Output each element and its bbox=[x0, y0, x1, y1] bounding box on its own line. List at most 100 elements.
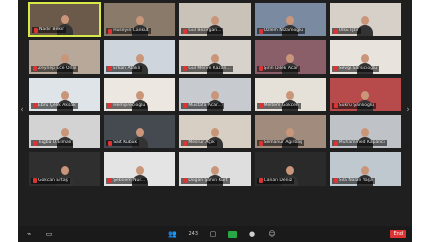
participant-name-label: Muhammed Kapanci bbox=[331, 140, 387, 147]
participant-name: Zeynep Ece Önal bbox=[38, 65, 77, 71]
participant-tile[interactable]: Sıla Nalan Yaşa bbox=[328, 151, 402, 187]
participant-name-label: Gül Merve Kazan... bbox=[181, 65, 233, 72]
participant-name: Nadir Bekir bbox=[39, 27, 65, 33]
muted-mic-icon bbox=[33, 66, 37, 72]
participant-name-label: Canan Deniz bbox=[256, 177, 295, 184]
muted-mic-icon bbox=[108, 28, 113, 34]
muted-mic-icon bbox=[183, 178, 188, 184]
muted-mic-icon bbox=[183, 140, 188, 146]
participant-tile[interactable]: Nadir Bekir bbox=[28, 2, 102, 38]
participant-name: Meltem Gökcen bbox=[263, 102, 299, 108]
participant-name-label: Sait Kübük bbox=[106, 140, 140, 147]
participant-name: Gül Bezirgan... bbox=[188, 28, 222, 34]
muted-mic-icon bbox=[333, 178, 338, 184]
participant-name-label: Ebru Çelik Aksak bbox=[31, 102, 78, 109]
participant-name: Şebnem Nur... bbox=[113, 177, 146, 183]
participant-tile[interactable]: Sevgi Sarsıcıoğlu bbox=[328, 39, 402, 75]
participant-tile[interactable]: Şirin Dilek Acar bbox=[253, 39, 327, 75]
participant-name: Muhammed Kapanci bbox=[338, 140, 385, 146]
muted-mic-icon bbox=[258, 140, 263, 146]
meeting-toolbar: ⌁ ▭ 👥 243 ▢ ● ☺ End bbox=[18, 226, 412, 242]
reactions-icon[interactable]: ☺ bbox=[267, 230, 277, 238]
participant-tile[interactable]: Sait Kübük bbox=[103, 113, 177, 150]
participant-tile[interactable]: Muhammed Kapanci bbox=[328, 113, 402, 150]
participant-name-label: Mesrur Açık bbox=[181, 140, 217, 147]
participant-name: Hüseyin Cankut bbox=[113, 28, 149, 34]
participant-name: Tuğba Ü.Elmalı bbox=[38, 140, 72, 146]
gallery-grid: Nadir Bekir Hüseyin Cankut Gül Bezirgan...… bbox=[28, 2, 402, 224]
mic-icon[interactable]: ⌁ bbox=[24, 230, 34, 238]
participant-tile[interactable]: Özlem Nizamoğlu bbox=[253, 2, 327, 38]
participant-name: Sevgi Sarsıcıoğlu bbox=[338, 65, 378, 71]
participant-name: Sait Kübük bbox=[113, 140, 138, 146]
muted-mic-icon bbox=[33, 140, 37, 146]
participant-name-label: Mustafa Acar... bbox=[181, 102, 224, 109]
participant-name-label: Zeynep Ece Önal bbox=[31, 65, 79, 72]
muted-mic-icon bbox=[183, 28, 188, 34]
chat-icon[interactable]: ▢ bbox=[208, 230, 218, 238]
share-screen-icon[interactable] bbox=[228, 230, 238, 238]
participant-tile[interactable]: Ülkü Iştir bbox=[328, 2, 402, 38]
participant-tile[interactable]: Hüseyin Cankut bbox=[103, 2, 177, 38]
participant-name: Mesrur Açık bbox=[188, 140, 215, 146]
participants-count: 243 bbox=[188, 231, 199, 237]
participant-name: Erkan Ataklı bbox=[113, 65, 141, 71]
participant-tile[interactable]: Hemşirecioğlu bbox=[103, 76, 177, 112]
participant-tile[interactable]: Şebnem Nur... bbox=[103, 151, 177, 187]
participant-tile[interactable]: Sukru Şanlıoğlu bbox=[328, 76, 402, 112]
participant-tile[interactable]: Ebru Çelik Aksak bbox=[28, 76, 102, 112]
muted-mic-icon bbox=[258, 178, 263, 184]
muted-mic-icon bbox=[333, 28, 338, 34]
muted-mic-icon bbox=[108, 178, 113, 184]
participant-tile[interactable]: Erkan Ataklı bbox=[103, 39, 177, 75]
participant-name-label: Şirin Dilek Acar bbox=[256, 65, 300, 72]
participant-name: Ülkü Iştir bbox=[338, 28, 359, 34]
participant-tile[interactable]: Tuğba Ü.Elmalı bbox=[28, 113, 102, 150]
participant-name-label: Sıla Nalan Yaşa bbox=[331, 177, 375, 184]
participant-name: Canan Deniz bbox=[263, 177, 293, 183]
participant-name: Şirin Dilek Acar bbox=[263, 65, 298, 71]
participant-name: Doğan Şahin Kurt bbox=[188, 177, 228, 183]
participant-name-label: Meltem Gökcen bbox=[256, 102, 301, 109]
previous-page-arrow-icon[interactable]: ‹ bbox=[18, 103, 26, 117]
participant-tile[interactable]: Gökcan Ertaş bbox=[28, 151, 102, 187]
muted-mic-icon bbox=[333, 140, 338, 146]
participant-name: Ebru Çelik Aksak bbox=[38, 102, 76, 108]
end-meeting-button[interactable]: End bbox=[390, 230, 406, 238]
participant-name-label: Özlem Nizamoğlu bbox=[256, 28, 306, 35]
participant-name-label: Ülkü Iştir bbox=[331, 28, 361, 35]
meeting-window: ‹ › Nadir Bekir Hüseyin Cankut Gül Bezirga… bbox=[18, 0, 412, 242]
participant-name-label: Nadir Bekir bbox=[32, 27, 67, 34]
participant-name-label: Sukru Şanlıoğlu bbox=[331, 102, 376, 109]
participant-name: Sukru Şanlıoğlu bbox=[338, 102, 374, 108]
muted-mic-icon bbox=[258, 28, 263, 34]
participant-tile[interactable]: Canan Deniz bbox=[253, 151, 327, 187]
muted-mic-icon bbox=[258, 66, 263, 72]
participant-tile[interactable]: Gül Bezirgan... bbox=[178, 2, 252, 38]
participant-name-label: Doğan Şahin Kurt bbox=[181, 177, 230, 184]
participant-tile[interactable]: Mesrur Açık bbox=[178, 113, 252, 150]
participant-name-label: Semanur Ağırbaş bbox=[256, 140, 305, 147]
participant-tile[interactable]: Zeynep Ece Önal bbox=[28, 39, 102, 75]
participant-name-label: Erkan Ataklı bbox=[106, 65, 143, 72]
participant-tile[interactable]: Meltem Gökcen bbox=[253, 76, 327, 112]
participant-tile[interactable]: Semanur Ağırbaş bbox=[253, 113, 327, 150]
video-icon[interactable]: ▭ bbox=[44, 230, 54, 238]
participant-tile[interactable]: Doğan Şahin Kurt bbox=[178, 151, 252, 187]
participant-name: Mustafa Acar... bbox=[188, 102, 222, 108]
next-page-arrow-icon[interactable]: › bbox=[404, 103, 412, 117]
muted-mic-icon bbox=[183, 66, 188, 72]
participant-name-label: Gül Bezirgan... bbox=[181, 28, 224, 35]
participant-name-label: Hüseyin Cankut bbox=[106, 28, 151, 35]
participant-tile[interactable]: Mustafa Acar... bbox=[178, 76, 252, 112]
muted-mic-icon bbox=[258, 103, 263, 109]
record-icon[interactable]: ● bbox=[247, 230, 257, 238]
participant-tile[interactable]: Gül Merve Kazan... bbox=[178, 39, 252, 75]
participant-name: Gül Merve Kazan... bbox=[188, 65, 231, 71]
muted-mic-icon bbox=[33, 103, 37, 109]
muted-mic-icon bbox=[34, 27, 38, 33]
participant-name-label: Şebnem Nur... bbox=[106, 177, 148, 184]
participants-icon[interactable]: 👥 bbox=[167, 230, 177, 238]
muted-mic-icon bbox=[108, 103, 113, 109]
participant-name: Gökcan Ertaş bbox=[38, 177, 68, 183]
